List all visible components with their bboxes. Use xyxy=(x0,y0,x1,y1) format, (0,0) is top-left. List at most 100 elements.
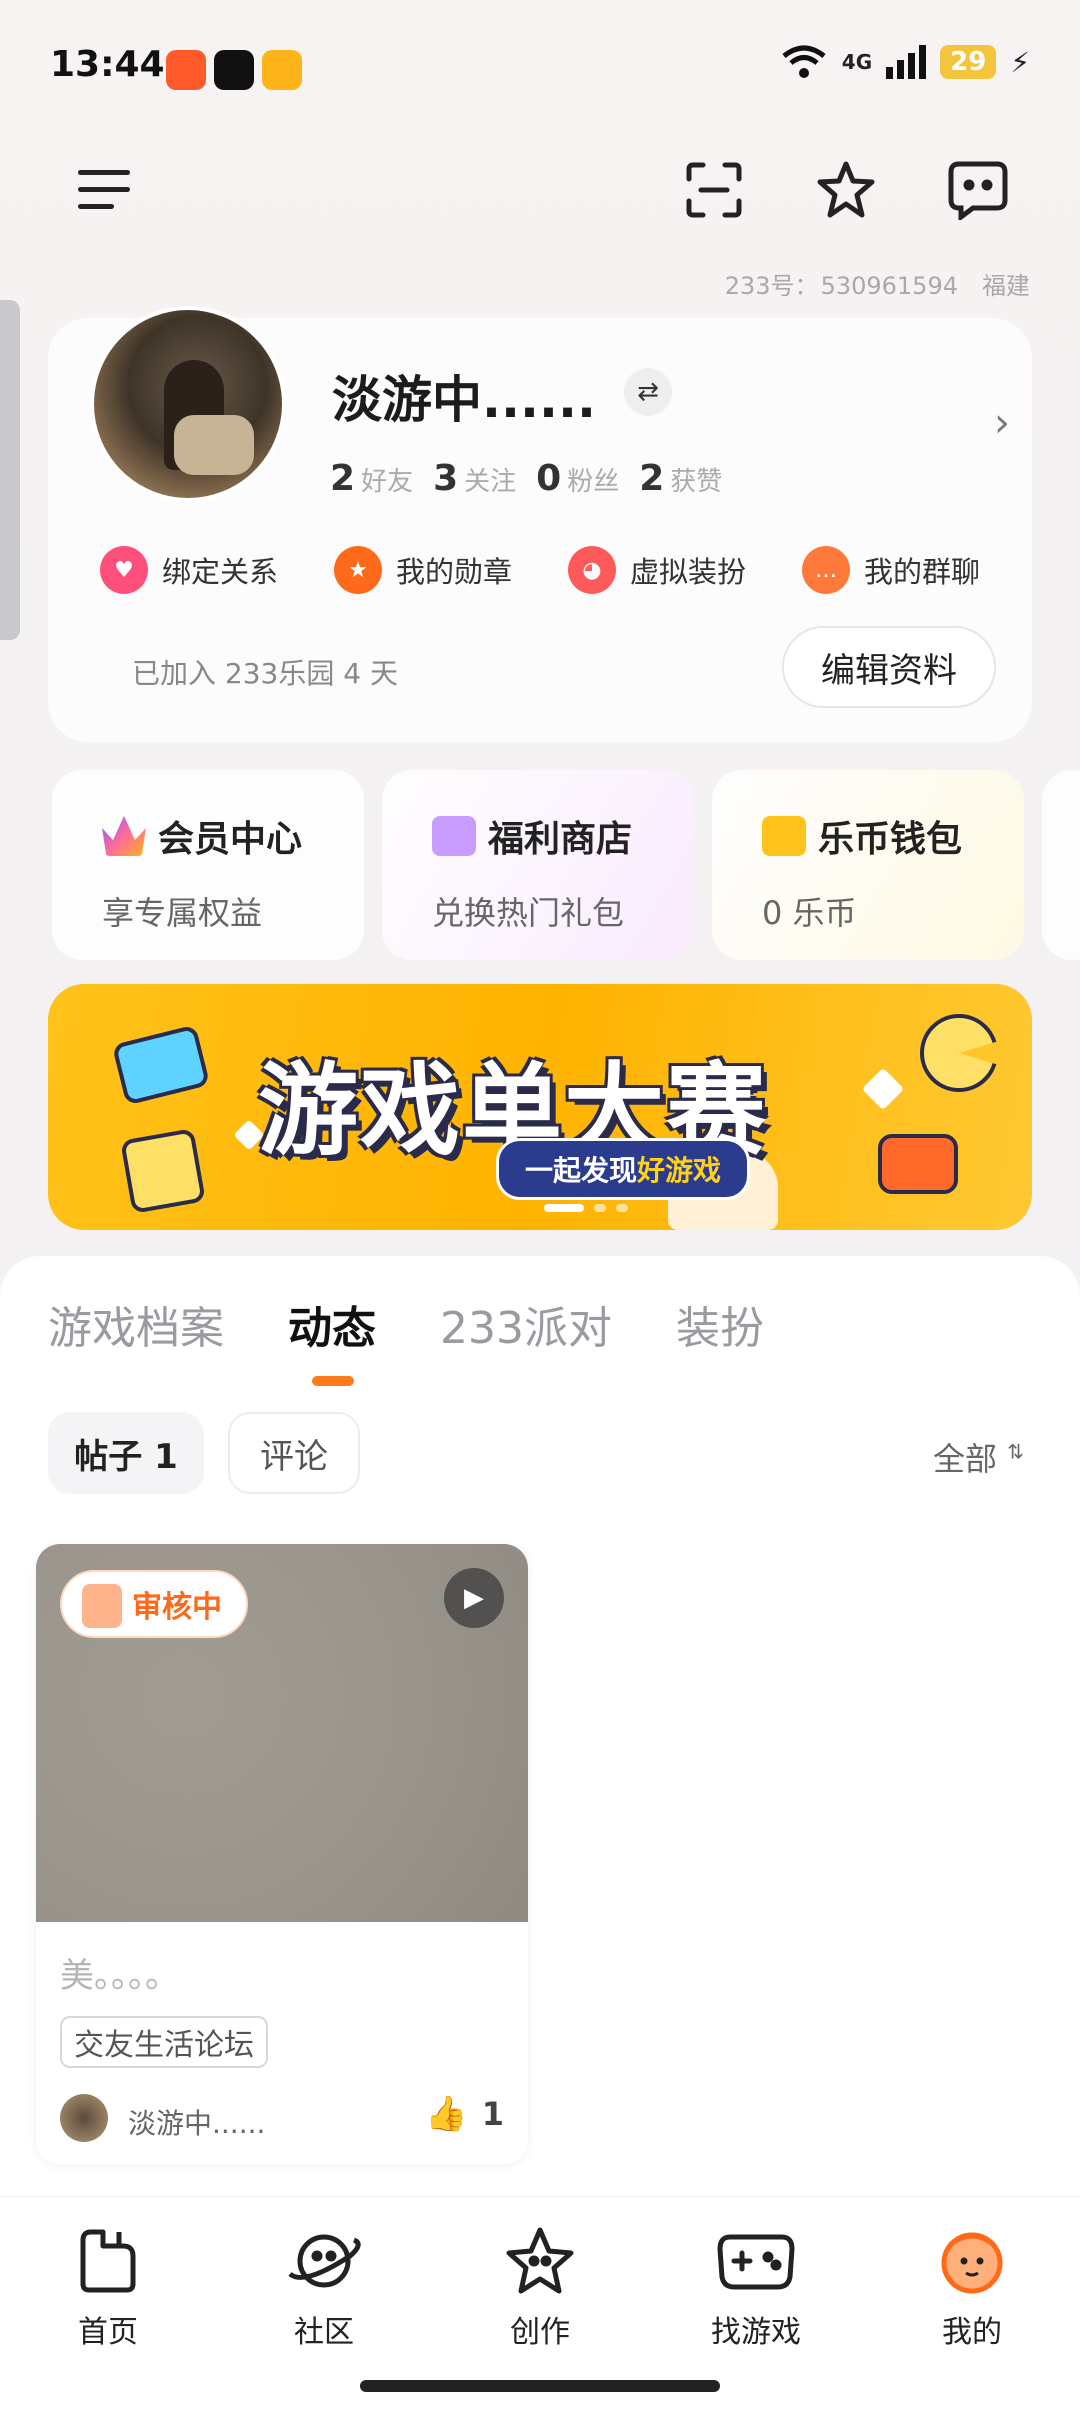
filter-comments[interactable]: 评论 xyxy=(228,1412,360,1494)
my-medals-button[interactable]: ★ 我的勋章 xyxy=(334,546,512,594)
tab-dressup[interactable]: 装扮 xyxy=(676,1292,764,1356)
quick-label: 绑定关系 xyxy=(162,555,279,589)
nav-label: 社区 xyxy=(294,2315,354,2350)
post-text: 美。。。。 xyxy=(60,1956,179,1996)
signal-icon xyxy=(886,45,927,79)
account-info: 233号：530961594 福建 xyxy=(725,266,1030,301)
nav-mine[interactable]: 我的 xyxy=(864,2197,1080,2412)
coin-wallet-card[interactable]: 乐币钱包 0 乐币 xyxy=(712,770,1024,960)
planet-icon xyxy=(284,2225,364,2297)
gift-icon xyxy=(432,816,476,856)
next-feature-card[interactable] xyxy=(1042,770,1080,960)
feature-title: 福利商店 xyxy=(488,819,633,860)
cube-icon xyxy=(120,1128,206,1214)
sort-dropdown[interactable]: 全部 ⇅ xyxy=(933,1434,1024,1480)
nav-label: 创作 xyxy=(510,2315,570,2350)
my-group-chats-button[interactable]: … 我的群聊 xyxy=(802,546,980,594)
menu-icon[interactable] xyxy=(64,150,144,230)
crown-icon xyxy=(102,816,146,856)
stat-label: 粉丝 xyxy=(567,467,620,497)
star-badge-icon[interactable] xyxy=(806,150,886,230)
charging-icon: ⚡ xyxy=(1010,45,1030,79)
quick-label: 我的群聊 xyxy=(864,555,981,589)
tab-game-archive[interactable]: 游戏档案 xyxy=(48,1292,224,1356)
network-type: 4G xyxy=(841,50,873,74)
stat-number: 2 xyxy=(330,458,356,499)
tab-233-party[interactable]: 233派对 xyxy=(440,1292,612,1356)
welfare-store-card[interactable]: 福利商店 兑换热门礼包 xyxy=(382,770,694,960)
cat-face-icon: ◕ xyxy=(568,546,617,594)
profile-tabs: 游戏档案 动态 233派对 装扮 xyxy=(48,1292,764,1356)
home-indicator[interactable] xyxy=(360,2380,720,2392)
video-app-notification-icon xyxy=(262,50,302,90)
feature-subtitle: 0 乐币 xyxy=(762,894,857,932)
stat-label: 获赞 xyxy=(670,467,723,497)
banner-pagination xyxy=(544,1204,628,1212)
switch-account-icon[interactable]: ⇄ xyxy=(624,368,672,416)
nav-label: 首页 xyxy=(78,2315,138,2350)
account-region: 福建 xyxy=(982,272,1030,300)
mine-icon xyxy=(932,2225,1012,2297)
stat-label: 好友 xyxy=(361,467,414,497)
post-card[interactable]: 审核中 ▶ 美。。。。 交友生活论坛 淡游中...... 👍 1 xyxy=(36,1544,528,2164)
thumbs-up-icon: 👍 xyxy=(425,2094,468,2134)
like-count: 1 xyxy=(481,2095,504,2133)
vip-center-card[interactable]: 会员中心 享专属权益 xyxy=(52,770,364,960)
joined-days: 已加入 233乐园 4 天 xyxy=(132,657,398,690)
stat-followers[interactable]: 0 粉丝 xyxy=(536,458,619,499)
chevron-right-icon[interactable]: › xyxy=(994,400,1010,446)
tiktok-notification-icon xyxy=(214,50,254,90)
message-icon[interactable] xyxy=(938,150,1018,230)
promo-banner[interactable]: 游戏单大赛 一起发现好游戏 xyxy=(48,984,1032,1230)
author-avatar[interactable] xyxy=(60,2094,108,2142)
nav-home[interactable]: 首页 xyxy=(0,2197,216,2412)
profile-stats: 2 好友 3 关注 0 粉丝 2 获赞 xyxy=(330,458,722,499)
virtual-dressup-button[interactable]: ◕ 虚拟装扮 xyxy=(568,546,746,594)
edge-handle[interactable] xyxy=(0,300,20,640)
stat-following[interactable]: 3 关注 xyxy=(433,458,516,499)
app-notification-icon xyxy=(166,50,206,90)
wifi-icon xyxy=(782,45,826,78)
sparkle-icon xyxy=(861,1067,905,1111)
play-icon[interactable]: ▶ xyxy=(444,1568,504,1628)
tab-activity[interactable]: 动态 xyxy=(288,1292,376,1356)
home-icon xyxy=(68,2225,148,2297)
sort-label: 全部 xyxy=(933,1440,998,1478)
stat-number: 3 xyxy=(433,458,459,499)
sort-icon: ⇅ xyxy=(1007,1439,1024,1464)
gamepad-icon xyxy=(716,2225,796,2297)
status-time: 13:44 xyxy=(50,44,165,85)
avatar[interactable] xyxy=(90,306,286,502)
joystick-icon xyxy=(878,1134,958,1194)
stat-likes[interactable]: 2 获赞 xyxy=(639,458,722,499)
banner-subtitle-a: 一起发现 xyxy=(525,1154,638,1187)
stat-number: 2 xyxy=(639,458,665,499)
quick-label: 我的勋章 xyxy=(396,555,513,589)
stat-friends[interactable]: 2 好友 xyxy=(330,458,413,499)
feature-title: 乐币钱包 xyxy=(818,819,963,860)
account-id-label: 233号： xyxy=(724,272,819,300)
battery-level: 29 xyxy=(940,45,997,79)
status-indicators: 4G 29 ⚡ xyxy=(780,44,1030,80)
filter-posts[interactable]: 帖子 1 xyxy=(48,1412,204,1494)
post-author[interactable]: 淡游中...... xyxy=(128,2102,265,2142)
post-forum-tag[interactable]: 交友生活论坛 xyxy=(60,2016,268,2068)
nav-label: 我的 xyxy=(942,2315,1002,2350)
feature-subtitle: 享专属权益 xyxy=(102,894,263,932)
like-button[interactable]: 👍 1 xyxy=(425,2094,504,2134)
scan-icon[interactable] xyxy=(674,150,754,230)
account-id[interactable]: 530961594 xyxy=(821,272,958,300)
quick-label: 虚拟装扮 xyxy=(630,555,747,589)
bind-relation-button[interactable]: ♥ 绑定关系 xyxy=(100,546,278,594)
stat-label: 关注 xyxy=(464,467,517,497)
banner-subtitle: 一起发现好游戏 xyxy=(496,1138,751,1200)
heart-icon: ♥ xyxy=(100,546,148,594)
wallet-icon xyxy=(762,816,806,856)
active-tab-indicator xyxy=(312,1376,354,1386)
username[interactable]: 淡游中...... xyxy=(332,360,596,432)
console-icon xyxy=(111,1024,211,1106)
star-icon xyxy=(500,2225,580,2297)
feature-title: 会员中心 xyxy=(158,819,303,860)
edit-profile-button[interactable]: 编辑资料 xyxy=(782,626,996,708)
review-status-label: 审核中 xyxy=(132,1590,222,1625)
